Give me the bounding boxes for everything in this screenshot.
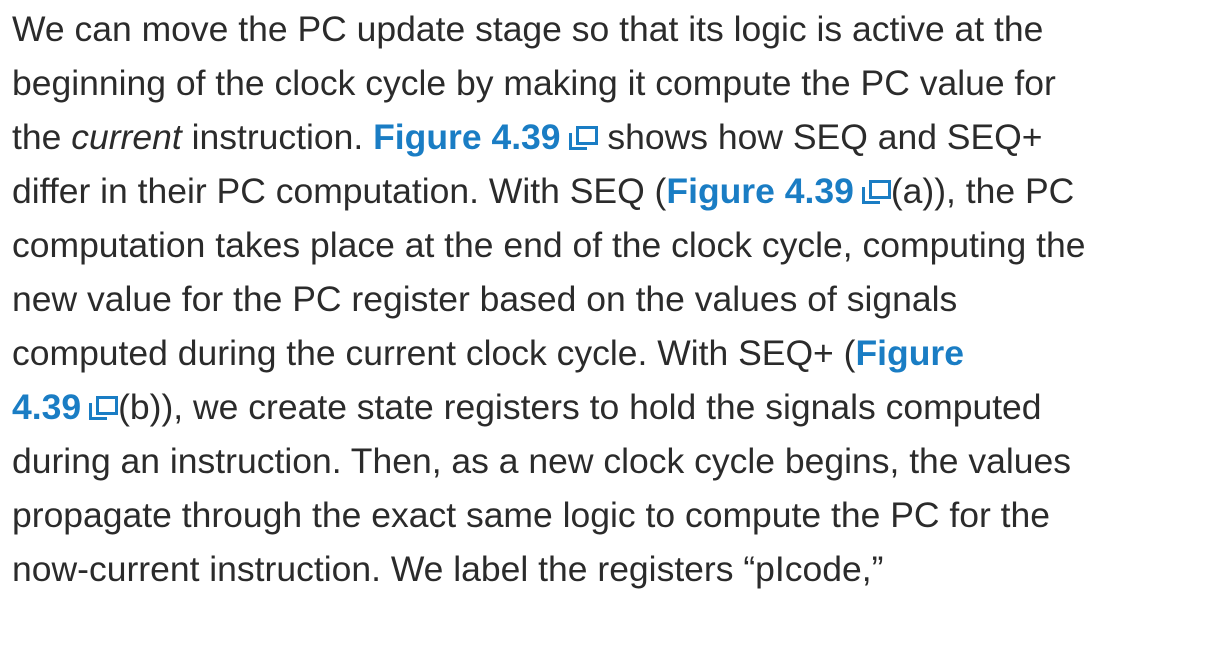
figure-link-label[interactable]: Figure 4.39 — [666, 171, 853, 211]
text-line-11: now-current instruction. We label the re… — [12, 542, 1222, 596]
line-text: the — [12, 117, 72, 157]
line-text: (a)), the PC — [890, 171, 1075, 211]
line-text: computed during the current clock cycle.… — [12, 333, 856, 373]
text-line-6: new value for the PC register based on t… — [12, 272, 1222, 326]
line-text: instruction. — [181, 117, 374, 157]
figure-link-label[interactable]: Figure 4.39 — [373, 117, 560, 157]
text-paragraph: We can move the PC update stage so that … — [12, 0, 1222, 596]
figure-4-39-link[interactable]: Figure 4.39 — [373, 117, 598, 157]
figure-link-label[interactable]: 4.39 — [12, 387, 81, 427]
text-line-3: the current instruction. Figure 4.39 sho… — [12, 110, 1222, 164]
figure-4-39b-link-start[interactable]: Figure — [855, 333, 963, 373]
figure-4-39a-link[interactable]: Figure 4.39 — [666, 171, 891, 211]
line-text: propagate through the exact same logic t… — [12, 495, 1051, 535]
external-window-icon[interactable] — [89, 396, 119, 422]
text-line-5: computation takes place at the end of th… — [12, 218, 1222, 272]
line-text: new value for the PC register based on t… — [12, 279, 958, 319]
line-text: beginning of the clock cycle by making i… — [12, 63, 1056, 103]
external-window-icon[interactable] — [568, 126, 598, 152]
text-line-2: beginning of the clock cycle by making i… — [12, 56, 1222, 110]
line-text: during an instruction. Then, as a new cl… — [12, 441, 1072, 481]
text-line-4: differ in their PC computation. With SEQ… — [12, 164, 1222, 218]
figure-4-39b-link-end[interactable]: 4.39 — [12, 387, 119, 427]
line-text: now-current instruction. We label the re… — [12, 549, 884, 589]
text-line-1: We can move the PC update stage so that … — [12, 2, 1222, 56]
emphasis-current: current — [71, 117, 182, 157]
text-line-7: computed during the current clock cycle.… — [12, 326, 1222, 380]
text-line-8: 4.39 (b)), we create state registers to h… — [12, 380, 1222, 434]
line-text: differ in their PC computation. With SEQ… — [12, 171, 667, 211]
line-text: shows how SEQ and SEQ+ — [597, 117, 1043, 157]
text-line-10: propagate through the exact same logic t… — [12, 488, 1222, 542]
text-line-9: during an instruction. Then, as a new cl… — [12, 434, 1222, 488]
line-text: computation takes place at the end of th… — [12, 225, 1086, 265]
external-window-icon[interactable] — [861, 180, 891, 206]
line-text: We can move the PC update stage so that … — [12, 9, 1044, 49]
figure-link-label[interactable]: Figure — [855, 333, 963, 373]
line-text: (b)), we create state registers to hold … — [118, 387, 1042, 427]
